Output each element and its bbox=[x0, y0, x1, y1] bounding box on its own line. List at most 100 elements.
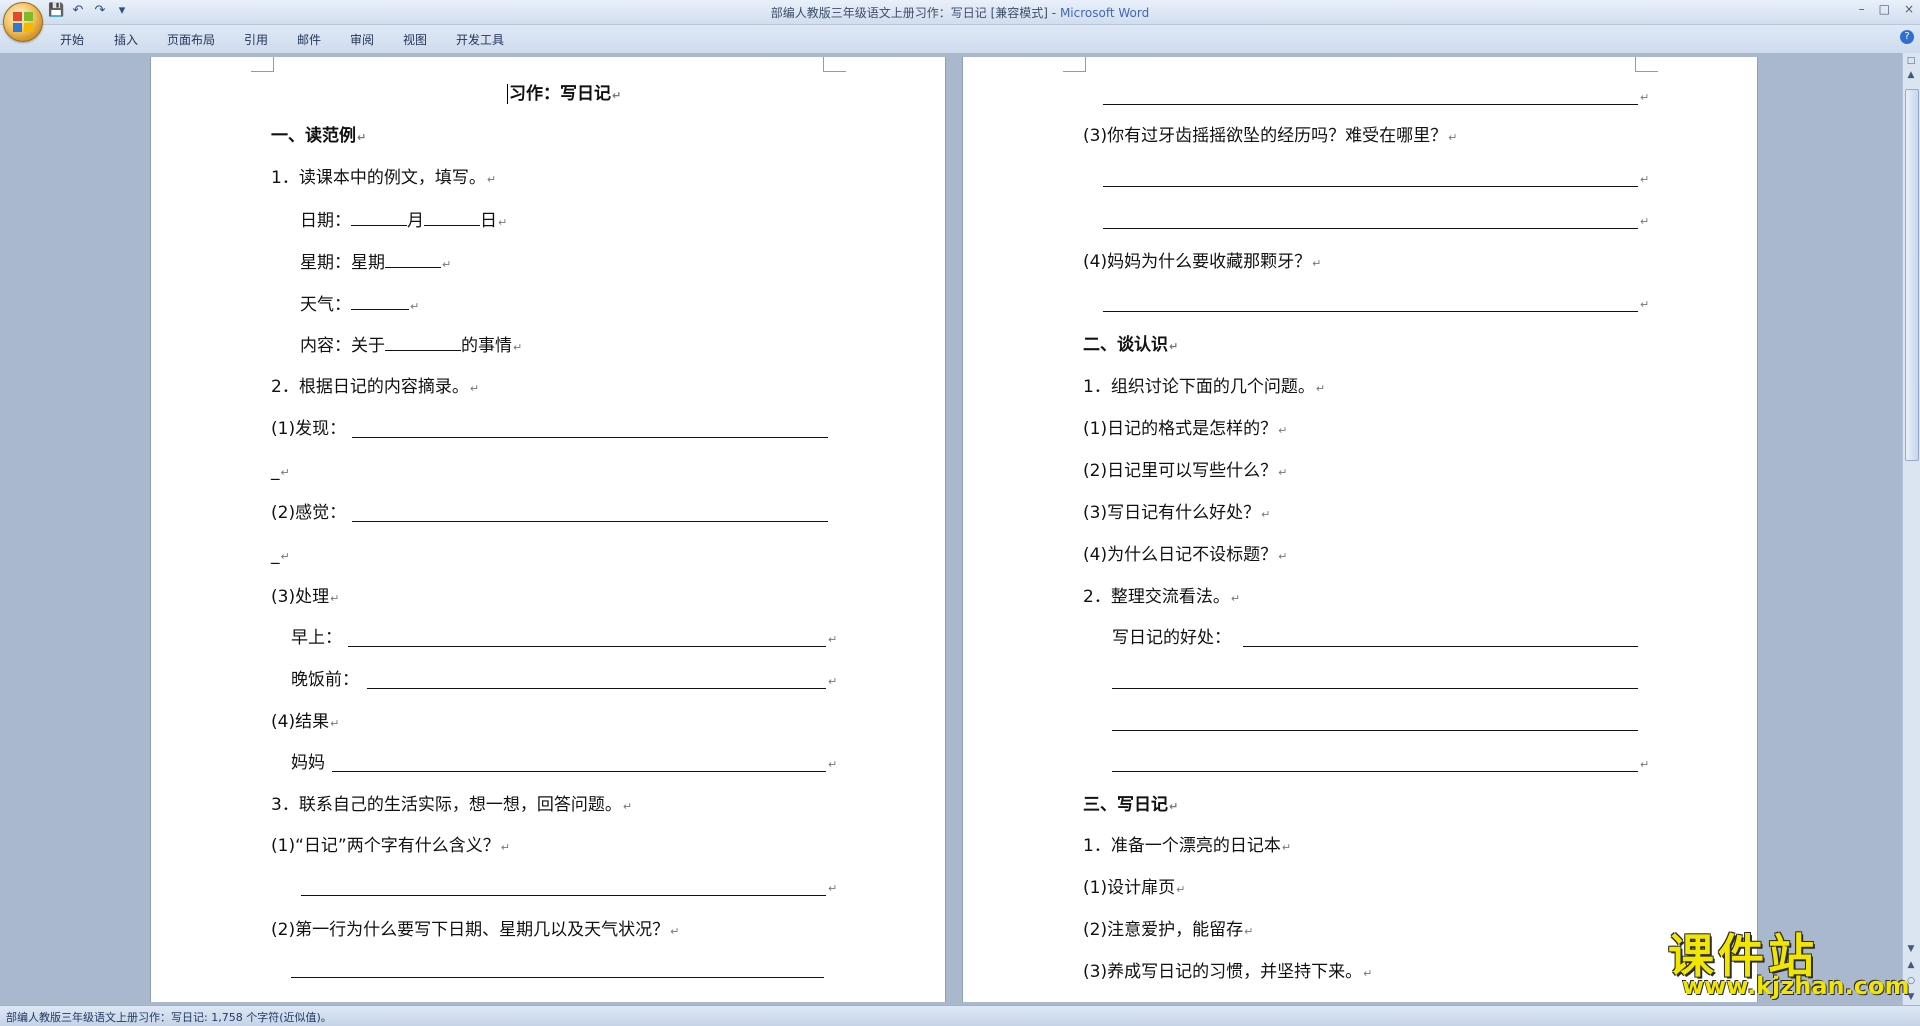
answer-line[interactable] bbox=[301, 895, 826, 896]
crop-mark bbox=[251, 57, 274, 72]
answer-line[interactable] bbox=[1112, 771, 1638, 772]
paragraph-mark: ↵ bbox=[1640, 91, 1650, 104]
fill-in-content: 内容：关于 的事情↵ bbox=[300, 334, 523, 356]
paragraph: (4)结果↵ bbox=[271, 712, 340, 732]
paragraph: 妈妈 bbox=[291, 753, 325, 773]
paragraph: (1)设计扉页↵ bbox=[1083, 878, 1186, 898]
paragraph: (1)日记的格式是怎样的？↵ bbox=[1083, 419, 1288, 439]
blank[interactable] bbox=[424, 209, 480, 226]
answer-line[interactable] bbox=[1243, 646, 1638, 647]
paragraph: (2)日记里可以写些什么？↵ bbox=[1083, 461, 1288, 481]
tab-mailings[interactable]: 邮件 bbox=[297, 31, 321, 48]
paragraph: (4)为什么日记不设标题？↵ bbox=[1083, 545, 1288, 565]
paragraph-mark: ↵ bbox=[1640, 298, 1650, 311]
paragraph: (2)感觉： bbox=[271, 503, 347, 523]
section-heading: 二、谈认识↵ bbox=[1083, 335, 1179, 355]
fill-in-weather: 天气： ↵ bbox=[300, 293, 420, 315]
paragraph: 1．组织讨论下面的几个问题。↵ bbox=[1083, 377, 1326, 397]
paragraph-mark: ↵ bbox=[828, 675, 838, 688]
minimize-button[interactable]: – bbox=[1859, 2, 1865, 16]
status-text: 部编人教版三年级语文上册习作：写日记: 1,758 个字符(近似值)。 bbox=[6, 1011, 332, 1024]
paragraph: (3)处理↵ bbox=[271, 587, 340, 607]
tab-references[interactable]: 引用 bbox=[244, 31, 268, 48]
scroll-down-icon[interactable]: ▼ bbox=[1905, 943, 1917, 955]
scroll-thumb[interactable] bbox=[1905, 89, 1919, 461]
section-heading: 三、写日记↵ bbox=[1083, 795, 1179, 815]
paragraph: (3)你有过牙齿摇摇欲坠的经历吗？难受在哪里？↵ bbox=[1083, 126, 1458, 146]
answer-line[interactable] bbox=[352, 521, 828, 522]
section-heading: 一、读范例↵ bbox=[271, 126, 367, 146]
blank[interactable] bbox=[351, 293, 409, 310]
answer-line[interactable] bbox=[1103, 228, 1638, 229]
paragraph-mark: ↵ bbox=[828, 758, 838, 771]
office-button[interactable] bbox=[3, 2, 43, 42]
title-bar: 💾 ↶ ↷ ▾ 部编人教版三年级语文上册习作：写日记 [兼容模式] - Micr… bbox=[0, 0, 1920, 25]
maximize-button[interactable]: □ bbox=[1879, 2, 1890, 16]
paragraph: 2．整理交流看法。↵ bbox=[1083, 587, 1241, 607]
paragraph: (3)养成写日记的习惯，并坚持下来。↵ bbox=[1083, 962, 1373, 982]
paragraph-mark: ↵ bbox=[828, 633, 838, 646]
office-logo-icon bbox=[13, 12, 33, 32]
paragraph: (3)写日记有什么好处？↵ bbox=[1083, 503, 1271, 523]
status-bar: 部编人教版三年级语文上册习作：写日记: 1,758 个字符(近似值)。 bbox=[0, 1005, 1920, 1026]
paragraph: 写日记的好处： bbox=[1112, 628, 1231, 648]
app-name: Microsoft Word bbox=[1059, 6, 1150, 20]
answer-line[interactable] bbox=[1103, 311, 1638, 312]
answer-line[interactable] bbox=[1103, 186, 1638, 187]
crop-mark bbox=[823, 57, 846, 72]
answer-line[interactable] bbox=[1103, 104, 1638, 105]
watermark-url: www.kjzhan.com bbox=[1682, 972, 1910, 1000]
paragraph: 晚饭前： bbox=[291, 670, 359, 690]
answer-line[interactable] bbox=[1112, 730, 1638, 731]
paragraph-mark: ↵ bbox=[828, 882, 838, 895]
paragraph-mark: ↵ bbox=[1640, 758, 1650, 771]
text-cursor bbox=[507, 84, 508, 104]
paragraph: (2)注意爱护，能留存↵ bbox=[1083, 920, 1254, 940]
tab-view[interactable]: 视图 bbox=[403, 31, 427, 48]
paragraph: 早上： bbox=[291, 628, 342, 648]
answer-line[interactable] bbox=[1112, 688, 1638, 689]
document-title: 部编人教版三年级语文上册习作：写日记 [兼容模式] bbox=[770, 6, 1048, 20]
vertical-scrollbar[interactable]: □ ▲ ▼ ▲ ○ ▼ bbox=[1902, 53, 1920, 1005]
paragraph: 2．根据日记的内容摘录。↵ bbox=[271, 377, 480, 397]
answer-line[interactable] bbox=[352, 437, 828, 438]
paragraph: (1)“日记”两个字有什么含义？↵ bbox=[271, 836, 510, 856]
blank[interactable] bbox=[385, 251, 441, 268]
doc-title: 习作：写日记↵ bbox=[507, 84, 622, 104]
fill-in-week: 星期：星期 ↵ bbox=[300, 251, 452, 273]
tab-page-layout[interactable]: 页面布局 bbox=[167, 31, 215, 48]
crop-mark bbox=[1063, 57, 1086, 72]
window-title: 部编人教版三年级语文上册习作：写日记 [兼容模式] - Microsoft Wo… bbox=[770, 6, 1150, 20]
document-page-left[interactable]: 习作：写日记↵ 一、读范例↵ 1．读课本中的例文，填写。↵ 日期：月日↵ 星期：… bbox=[151, 57, 945, 1002]
answer-line[interactable] bbox=[291, 977, 824, 978]
ruler-toggle-icon[interactable]: □ bbox=[1905, 55, 1917, 67]
fill-in-date: 日期：月日↵ bbox=[300, 209, 508, 231]
paragraph-mark: ↵ bbox=[1640, 173, 1650, 186]
ribbon-tabs: 开始 插入 页面布局 引用 邮件 审阅 视图 开发工具 ? bbox=[0, 25, 1920, 54]
document-page-right[interactable]: ↵ (3)你有过牙齿摇摇欲坠的经历吗？难受在哪里？↵ ↵ ↵ (4)妈妈为什么要… bbox=[963, 57, 1757, 1002]
previous-page-icon[interactable]: ▲ bbox=[1905, 959, 1917, 971]
paragraph: (2)第一行为什么要写下日期、星期几以及天气状况？↵ bbox=[271, 920, 680, 940]
close-button[interactable]: × bbox=[1904, 2, 1914, 16]
paragraph: 3．联系自己的生活实际，想一想，回答问题。↵ bbox=[271, 795, 633, 815]
paragraph: _↵ bbox=[271, 461, 290, 481]
answer-line[interactable] bbox=[367, 688, 826, 689]
blank[interactable] bbox=[385, 334, 461, 351]
answer-line[interactable] bbox=[348, 646, 826, 647]
watermark-logo: 课件站 www.kjzhan.com bbox=[1668, 920, 1909, 1000]
paragraph: _↵ bbox=[271, 545, 290, 565]
paragraph-mark: ↵ bbox=[1640, 215, 1650, 228]
paragraph: 1．准备一个漂亮的日记本↵ bbox=[1083, 836, 1292, 856]
paragraph: (4)妈妈为什么要收藏那颗牙？↵ bbox=[1083, 252, 1322, 272]
tab-review[interactable]: 审阅 bbox=[350, 31, 374, 48]
answer-line[interactable] bbox=[332, 771, 826, 772]
tab-developer[interactable]: 开发工具 bbox=[456, 31, 504, 48]
scroll-up-icon[interactable]: ▲ bbox=[1905, 69, 1917, 81]
tab-home[interactable]: 开始 bbox=[60, 31, 84, 48]
window-controls: – □ × bbox=[1859, 2, 1914, 16]
paragraph: 1．读课本中的例文，填写。↵ bbox=[271, 168, 497, 188]
tab-insert[interactable]: 插入 bbox=[114, 31, 138, 48]
paragraph: (1)发现： bbox=[271, 419, 347, 439]
blank[interactable] bbox=[351, 209, 407, 226]
help-icon[interactable]: ? bbox=[1900, 30, 1914, 44]
